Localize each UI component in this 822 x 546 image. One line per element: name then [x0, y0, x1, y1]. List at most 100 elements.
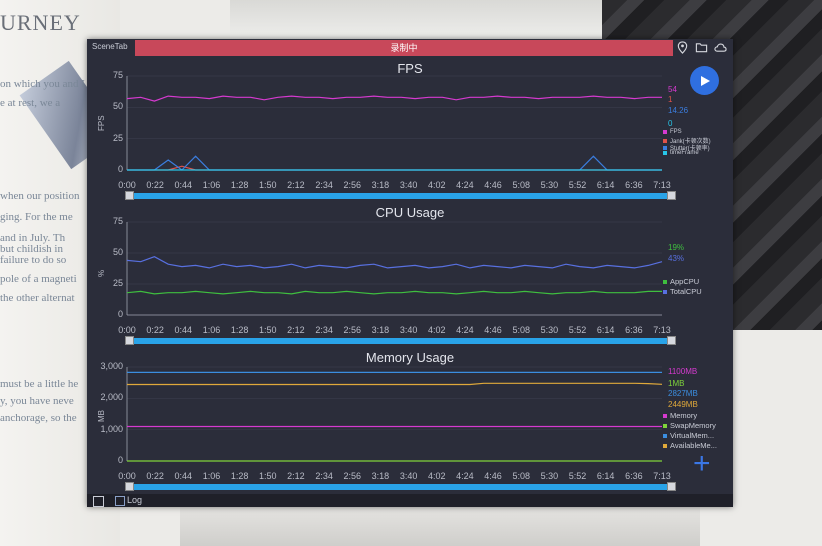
- series-line-4: [127, 382, 663, 386]
- y-tick-label: 0: [117, 164, 123, 174]
- series-line-2: [126, 256, 663, 269]
- y-tick-label: 25: [112, 132, 123, 143]
- current-value: 0: [668, 119, 673, 128]
- y-axis-label: %: [97, 269, 106, 277]
- y-tick-label: 0: [117, 455, 123, 465]
- legend-item: VirtualMem...: [663, 431, 714, 440]
- background-text-line: e at rest, we a: [0, 97, 61, 109]
- legend-label: FPS: [670, 129, 682, 135]
- x-tick-label: 0:22: [146, 471, 164, 481]
- x-tick-label: 4:46: [484, 471, 502, 481]
- current-value: 43%: [668, 254, 685, 263]
- y-tick-label: 50: [112, 247, 123, 257]
- chart-title: FPS: [397, 61, 423, 76]
- scrubber-handle-end[interactable]: [667, 336, 676, 345]
- x-tick-label: 4:24: [456, 325, 474, 335]
- legend-item: TotalCPU: [663, 287, 702, 296]
- current-value: 54: [668, 85, 677, 94]
- bottom-bar: Log: [87, 494, 733, 507]
- background-text-line: pole of a magneti: [0, 273, 77, 285]
- x-tick-label: 0:44: [174, 471, 193, 481]
- background-text-line: anchorage, so the: [0, 412, 77, 424]
- log-label: Log: [127, 495, 143, 505]
- x-tick-label: 0:44: [174, 180, 193, 190]
- x-tick-label: 1:06: [202, 325, 221, 335]
- x-tick-label: 4:24: [456, 471, 474, 481]
- legend-swatch: [663, 279, 667, 284]
- x-tick-label: 2:34: [315, 471, 333, 481]
- legend-swatch: [663, 130, 667, 134]
- legend-label: timeFrame: [670, 150, 699, 156]
- legend-swatch: [663, 151, 667, 155]
- y-tick-label: 1,000: [100, 423, 123, 434]
- y-tick-label: 75: [112, 70, 123, 80]
- scrubber-handle-end[interactable]: [667, 482, 676, 491]
- x-tick-label: 5:52: [568, 180, 587, 190]
- legend-swatch: [663, 413, 667, 418]
- series-line-1: [126, 290, 662, 295]
- legend-item: timeFrame: [663, 150, 699, 156]
- current-value: 1MB: [668, 379, 685, 388]
- x-tick-label: 2:12: [287, 180, 305, 190]
- log-checkbox[interactable]: [115, 496, 125, 506]
- time-range-scrubber[interactable]: [125, 191, 676, 200]
- background-text-line: when our position: [0, 190, 80, 202]
- legend-swatch: [663, 433, 667, 438]
- legend-label: SwapMemory: [670, 421, 716, 430]
- x-tick-label: 3:18: [371, 325, 390, 335]
- x-tick-label: 4:02: [427, 471, 446, 481]
- scrubber-handle-start[interactable]: [125, 482, 134, 491]
- x-tick-label: 2:34: [315, 180, 333, 190]
- play-icon: [700, 75, 710, 86]
- x-tick-label: 1:50: [259, 180, 277, 190]
- x-tick-label: 5:30: [540, 180, 559, 190]
- play-button[interactable]: [690, 66, 719, 95]
- scrubber-handle-start[interactable]: [125, 191, 134, 200]
- y-axis-label: FPS: [97, 115, 106, 131]
- x-tick-label: 5:08: [512, 471, 530, 481]
- x-tick-label: 7:13: [653, 180, 671, 190]
- background-bottom: [180, 505, 700, 546]
- x-tick-label: 1:28: [230, 180, 249, 190]
- y-tick-label: 0: [117, 309, 123, 319]
- time-range-scrubber[interactable]: [125, 336, 676, 345]
- x-tick-label: 3:18: [371, 471, 390, 481]
- legend-label: VirtualMem...: [670, 431, 715, 440]
- current-value: 19%: [668, 243, 685, 252]
- x-tick-label: 2:12: [287, 471, 305, 481]
- x-tick-label: 1:50: [259, 471, 277, 481]
- x-tick-label: 6:14: [596, 180, 615, 190]
- current-value: 2827MB: [668, 389, 698, 398]
- legend-swatch: [663, 423, 667, 428]
- current-value: 1: [668, 95, 673, 104]
- x-tick-label: 2:12: [287, 325, 305, 335]
- current-value: 2449MB: [668, 400, 698, 409]
- y-tick-label: 3,000: [100, 361, 123, 371]
- legend-swatch: [663, 289, 667, 294]
- legend-label: TotalCPU: [670, 287, 702, 296]
- x-tick-label: 1:06: [202, 180, 221, 190]
- expand-icon[interactable]: [93, 496, 104, 507]
- plus-button[interactable]: +: [693, 449, 711, 479]
- scrubber-handle-start[interactable]: [125, 336, 134, 345]
- x-tick-label: 6:36: [625, 180, 643, 190]
- background-text-line: y, you have neve: [0, 395, 74, 407]
- x-tick-label: 2:56: [343, 180, 362, 190]
- x-tick-label: 3:18: [371, 180, 390, 190]
- x-tick-label: 1:06: [202, 471, 221, 481]
- x-tick-label: 4:46: [484, 325, 502, 335]
- x-tick-label: 0:22: [146, 180, 164, 190]
- x-tick-label: 5:08: [512, 325, 530, 335]
- x-tick-label: 0:00: [118, 471, 136, 481]
- scrubber-handle-end[interactable]: [667, 191, 676, 200]
- x-tick-label: 0:22: [146, 325, 164, 335]
- current-value: 1100MB: [668, 367, 698, 376]
- time-range-scrubber[interactable]: [125, 482, 676, 491]
- legend-item: FPS: [663, 129, 682, 135]
- legend-swatch: [663, 443, 667, 448]
- background-text-line: failure to do so: [0, 254, 67, 266]
- y-tick-label: 2,000: [100, 392, 123, 403]
- x-tick-label: 4:02: [427, 180, 446, 190]
- background-heading: URNEY: [0, 10, 81, 35]
- x-tick-label: 0:44: [174, 325, 193, 335]
